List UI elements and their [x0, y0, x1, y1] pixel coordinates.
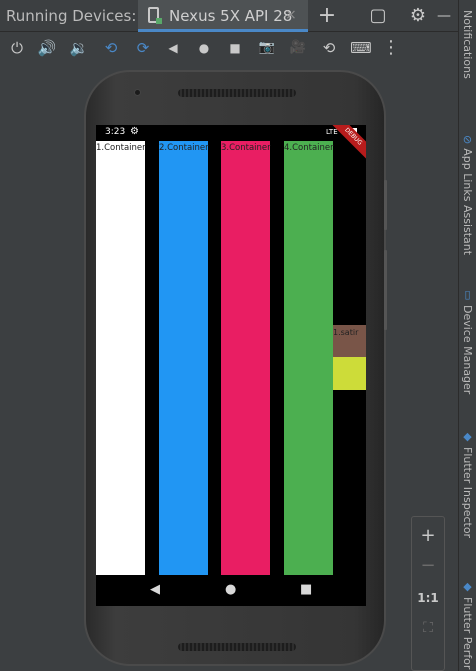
screenshot-icon[interactable]: 📷	[256, 36, 278, 60]
nav-recent-icon[interactable]: ■	[300, 581, 312, 599]
power-side-button	[384, 180, 387, 230]
container-1-label: 1.Container	[96, 143, 146, 153]
device-manager-icon: ▯	[461, 288, 474, 301]
running-devices-tabbar: Running Devices: Nexus 5X API 28 × + ▢ ⚙…	[0, 0, 458, 32]
front-camera	[134, 89, 141, 96]
row-1-container: 1.satir	[333, 325, 366, 357]
flutter-perf-icon: ◆	[461, 580, 474, 593]
panel-title: Running Devices:	[6, 7, 137, 25]
device-manager-label: Device Manager	[461, 305, 474, 395]
device-manager-tool[interactable]: ▯ Device Manager	[461, 288, 474, 394]
minimize-icon[interactable]: —	[432, 4, 456, 28]
home-icon[interactable]: ●	[193, 36, 215, 60]
container-4: 4.Container	[284, 141, 334, 575]
top-speaker	[178, 89, 296, 97]
window-icon[interactable]: ▢	[366, 4, 390, 28]
app-links-label: App Links Assistant	[461, 148, 474, 256]
back-icon[interactable]: ◀	[162, 36, 184, 60]
row-1-label: 1.satir	[333, 328, 359, 337]
android-nav-bar: ◀ ● ■	[96, 575, 366, 606]
device-screen[interactable]: 3:23 ⚙ LTE 1.Container 2.Container 3.Con…	[96, 125, 366, 606]
right-tool-stripe: Notifications ⊘ App Links Assistant ▯ Devi…	[458, 0, 476, 671]
tab-label: Nexus 5X API 28	[169, 7, 293, 25]
link-icon: ⊘	[461, 135, 474, 145]
screen-record-icon[interactable]: 🎥	[287, 36, 309, 60]
zoom-actual-size-button[interactable]: 1:1	[412, 583, 444, 613]
container-1: 1.Container	[96, 141, 146, 575]
bottom-speaker	[178, 643, 296, 651]
zoom-out-icon[interactable]: −	[412, 551, 444, 581]
flutter-inspector-tool[interactable]: ◆ Flutter Inspector	[461, 430, 474, 538]
close-icon[interactable]: ×	[285, 7, 297, 23]
emulator-toolbar: ⏻ 🔊 🔉 ⟲ ⟳ ◀ ● ■ 📷 🎥 ⟲ ⌨ ⋮	[0, 33, 458, 63]
row-2-container	[333, 357, 366, 390]
add-device-icon[interactable]: +	[315, 4, 339, 28]
keyboard-icon[interactable]: ⌨	[350, 36, 372, 60]
notifications-tool[interactable]: Notifications	[461, 10, 474, 79]
notifications-label: Notifications	[461, 10, 474, 79]
rotate-left-icon[interactable]: ⟲	[100, 36, 122, 60]
flutter-inspector-label: Flutter Inspector	[461, 447, 474, 539]
volume-down-icon[interactable]: 🔉	[68, 36, 90, 60]
zoom-controls: + − 1:1 ⛶	[411, 516, 445, 671]
nav-back-icon[interactable]: ◀	[150, 581, 160, 599]
app-links-tool[interactable]: ⊘ App Links Assistant	[461, 135, 474, 255]
container-2: 2.Container	[159, 141, 209, 575]
flutter-icon: ◆	[461, 430, 474, 443]
rotate-right-icon[interactable]: ⟳	[132, 36, 154, 60]
volume-side-button	[384, 250, 387, 330]
device-icon	[148, 7, 162, 24]
flutter-performance-tool[interactable]: ◆ Flutter Perfor	[461, 580, 474, 669]
container-4-label: 4.Container	[284, 143, 334, 153]
nav-home-icon[interactable]: ●	[225, 581, 236, 599]
container-3-label: 3.Container	[221, 143, 271, 153]
gear-icon[interactable]: ⚙	[406, 4, 430, 28]
tab-nexus-5x[interactable]: Nexus 5X API 28 ×	[138, 0, 308, 32]
status-time: 3:23	[105, 127, 126, 137]
container-3: 3.Container	[221, 141, 271, 575]
flutter-performance-label: Flutter Perfor	[461, 597, 474, 670]
zoom-fit-icon[interactable]: ⛶	[412, 613, 444, 643]
zoom-in-icon[interactable]: +	[412, 521, 444, 551]
power-icon[interactable]: ⏻	[6, 36, 28, 60]
overview-icon[interactable]: ■	[224, 36, 246, 60]
container-2-label: 2.Container	[159, 143, 209, 153]
status-bar: 3:23 ⚙ LTE	[96, 125, 366, 141]
volume-up-icon[interactable]: 🔊	[36, 36, 58, 60]
snapshot-icon[interactable]: ⟲	[318, 36, 340, 60]
more-icon[interactable]: ⋮	[380, 36, 402, 60]
status-settings-icon: ⚙	[130, 126, 139, 137]
